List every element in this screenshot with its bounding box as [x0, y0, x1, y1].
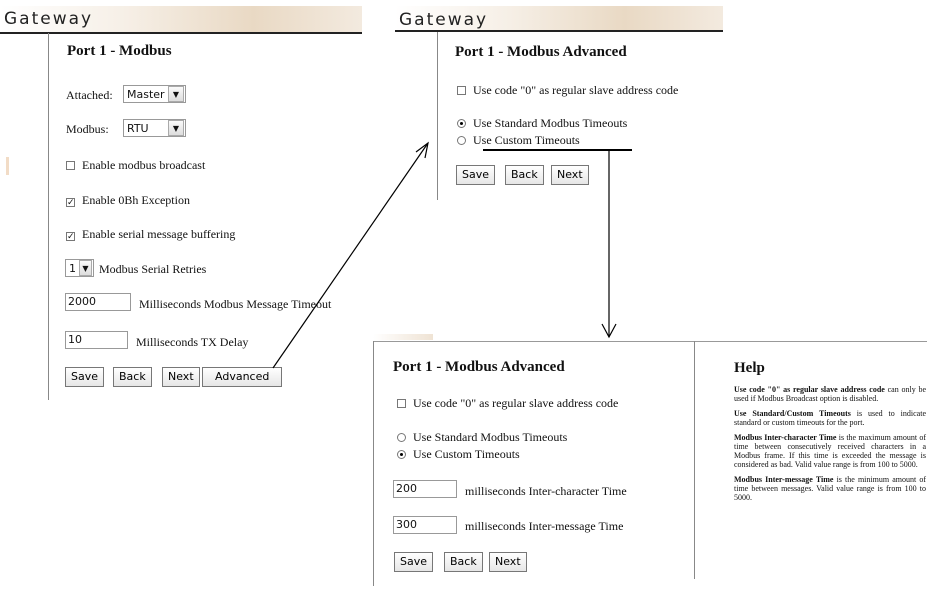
flow-arrows — [272, 141, 632, 369]
arrow-advanced-to-panel2 — [272, 142, 429, 369]
